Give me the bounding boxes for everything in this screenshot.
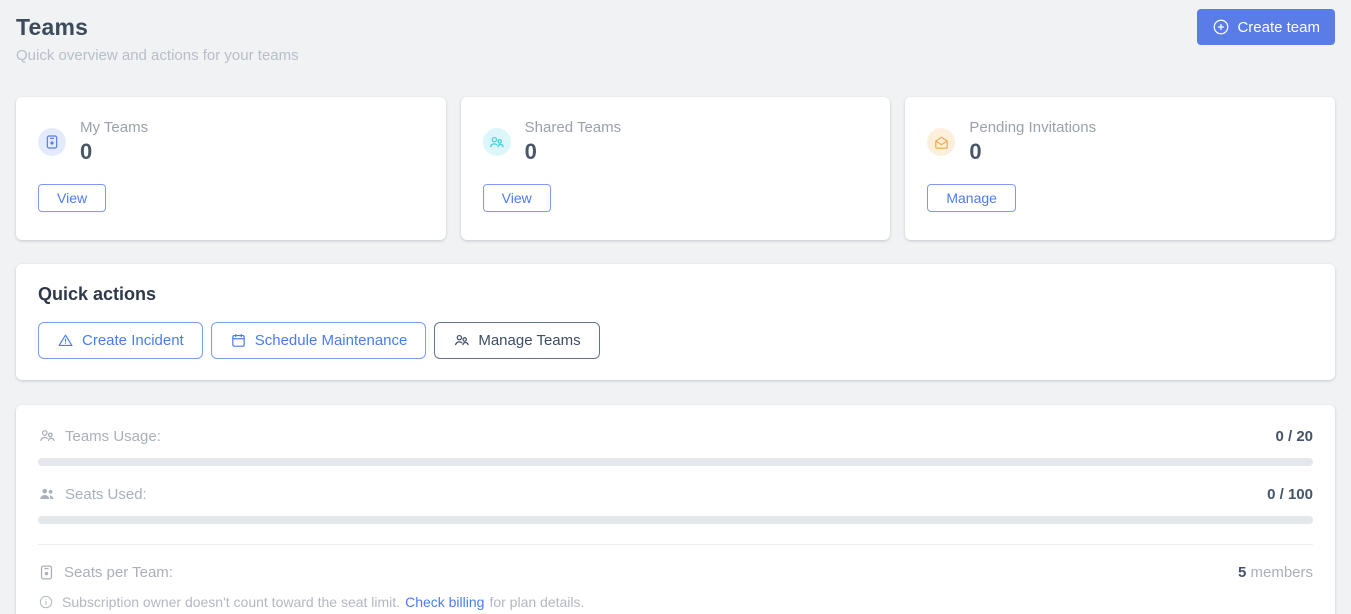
warning-triangle-icon	[57, 332, 74, 349]
stat-card-my-teams: My Teams 0 View	[16, 97, 446, 240]
stat-value: 0	[80, 139, 148, 165]
quick-actions-card: Quick actions Create Incident	[16, 264, 1335, 380]
seats-used-value: 0 / 100	[1267, 486, 1313, 503]
pending-invitations-manage-button[interactable]: Manage	[927, 184, 1016, 212]
manage-teams-button[interactable]: Manage Teams	[434, 322, 599, 359]
contact-badge-icon	[38, 128, 66, 156]
schedule-maintenance-button[interactable]: Schedule Maintenance	[211, 322, 427, 359]
stat-cards-row: My Teams 0 View Shared Teams	[16, 97, 1335, 240]
open-envelope-icon	[927, 128, 955, 156]
seats-per-team-row: Seats per Team: 5 members	[38, 564, 1313, 581]
teams-usage-progress	[38, 458, 1313, 466]
group-outline-icon	[38, 427, 56, 445]
check-billing-link[interactable]: Check billing	[405, 594, 484, 610]
teams-usage-label: Teams Usage:	[65, 428, 161, 445]
stat-label: Pending Invitations	[969, 119, 1096, 136]
shared-teams-view-button[interactable]: View	[483, 184, 551, 212]
stat-label: Shared Teams	[525, 119, 621, 136]
create-team-label: Create team	[1237, 19, 1320, 36]
manage-teams-label: Manage Teams	[478, 332, 580, 349]
info-icon	[38, 594, 54, 610]
contact-badge-icon	[38, 564, 55, 581]
usage-card: Teams Usage: 0 / 20 Seats Used: 0 / 100	[16, 405, 1335, 614]
teams-usage-value: 0 / 20	[1275, 428, 1313, 445]
page-header: Teams Quick overview and actions for you…	[16, 14, 1335, 64]
divider	[38, 544, 1313, 545]
teams-page: Teams Quick overview and actions for you…	[0, 0, 1351, 614]
schedule-maintenance-label: Schedule Maintenance	[255, 332, 408, 349]
teams-usage-row: Teams Usage: 0 / 20	[38, 427, 1313, 445]
stat-card-shared-teams: Shared Teams 0 View	[461, 97, 891, 240]
seats-per-team-unit: members	[1250, 564, 1313, 581]
plus-circle-icon	[1212, 18, 1230, 36]
seats-per-team-label: Seats per Team:	[64, 564, 173, 581]
stat-card-pending-invitations: Pending Invitations 0 Manage	[905, 97, 1335, 240]
calendar-icon	[230, 332, 247, 349]
create-incident-label: Create Incident	[82, 332, 184, 349]
note-text-before: Subscription owner doesn't count toward …	[62, 594, 400, 610]
stat-value: 0	[969, 139, 1096, 165]
page-subtitle: Quick overview and actions for your team…	[16, 47, 1335, 64]
quick-actions-title: Quick actions	[38, 284, 1313, 305]
my-teams-view-button[interactable]: View	[38, 184, 106, 212]
page-title: Teams	[16, 14, 1335, 41]
seats-used-progress	[38, 516, 1313, 524]
seats-used-row: Seats Used: 0 / 100	[38, 485, 1313, 503]
seats-used-label: Seats Used:	[65, 486, 147, 503]
note-text-after: for plan details.	[489, 594, 584, 610]
stat-value: 0	[525, 139, 621, 165]
people-filled-icon	[38, 485, 56, 503]
group-icon	[483, 128, 511, 156]
stat-label: My Teams	[80, 119, 148, 136]
group-icon	[453, 332, 470, 349]
seats-per-team-value: 5 members	[1238, 564, 1313, 581]
create-incident-button[interactable]: Create Incident	[38, 322, 203, 359]
create-team-button[interactable]: Create team	[1197, 9, 1335, 45]
seat-limit-note: Subscription owner doesn't count toward …	[38, 594, 1313, 610]
